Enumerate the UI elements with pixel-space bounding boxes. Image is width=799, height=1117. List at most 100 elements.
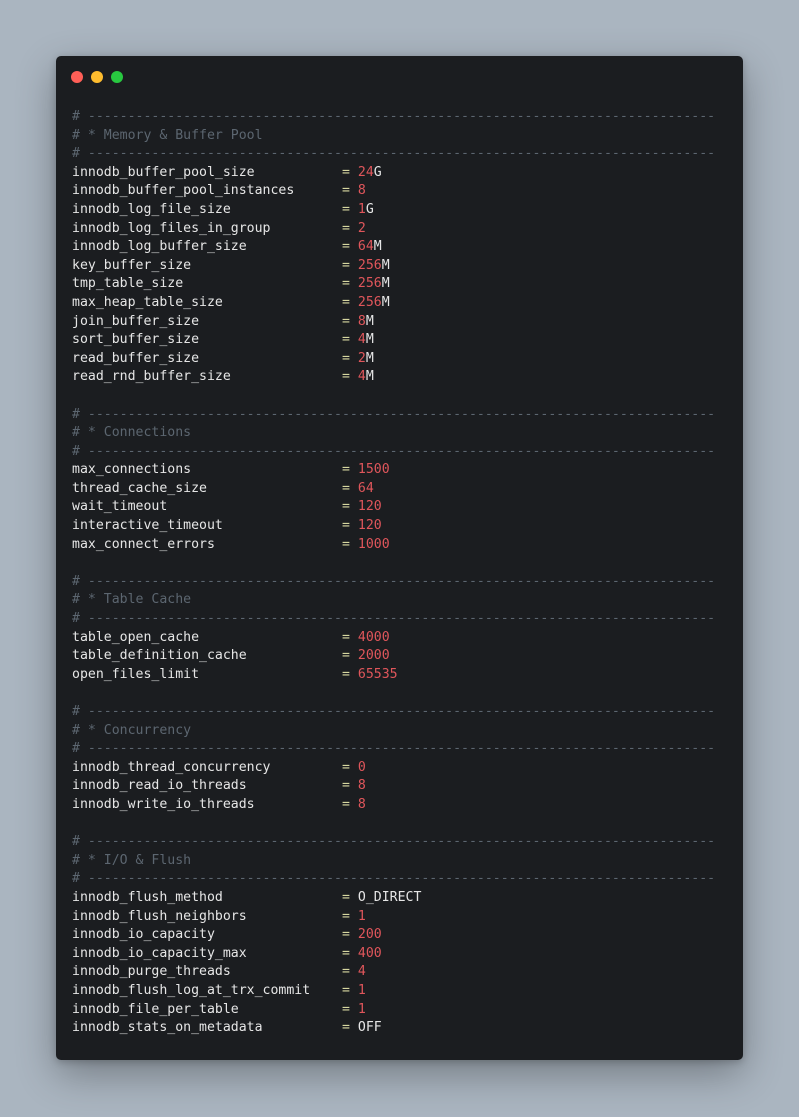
config-line: innodb_io_capacity = 200 — [72, 926, 727, 945]
config-value-unit: G — [373, 164, 382, 180]
config-value-unit: G — [365, 201, 374, 217]
config-line: innodb_io_capacity_max = 400 — [72, 945, 727, 964]
config-key: innodb_log_buffer_size — [72, 239, 247, 255]
config-value-number: 1 — [357, 908, 366, 924]
config-value-unit: M — [365, 332, 374, 348]
config-value-unit: M — [365, 313, 374, 329]
section-title: # * I/O & Flush — [72, 852, 192, 868]
config-line: thread_cache_size = 64 — [72, 480, 727, 499]
config-key: read_buffer_size — [72, 350, 200, 366]
config-key: innodb_log_files_in_group — [72, 220, 271, 236]
config-value-number: 400 — [357, 945, 382, 961]
zoom-icon[interactable] — [111, 71, 123, 83]
minimize-icon[interactable] — [91, 71, 103, 83]
config-line: max_heap_table_size = 256M — [72, 294, 727, 313]
config-line: innodb_log_file_size = 1G — [72, 201, 727, 220]
equals-sign: = — [342, 239, 358, 255]
config-value-number: 1000 — [357, 536, 390, 552]
section-rule: # --------------------------------------… — [72, 611, 716, 627]
config-key: max_connections — [72, 462, 192, 478]
equals-sign: = — [342, 889, 358, 905]
config-key: innodb_flush_log_at_trx_commit — [72, 982, 311, 998]
config-key: innodb_stats_on_metadata — [72, 1020, 263, 1036]
config-value-number: 4 — [357, 332, 366, 348]
section-title: # * Connections — [72, 425, 192, 441]
section-rule: # --------------------------------------… — [72, 741, 716, 757]
config-line: innodb_flush_neighbors = 1 — [72, 908, 727, 927]
config-code-block: # --------------------------------------… — [72, 108, 727, 1038]
config-value-unit: M — [373, 239, 382, 255]
config-value-number: 256 — [357, 257, 382, 273]
config-key: innodb_read_io_threads — [72, 778, 247, 794]
config-line: innodb_purge_threads = 4 — [72, 963, 727, 982]
config-line: wait_timeout = 120 — [72, 498, 727, 517]
equals-sign: = — [342, 220, 358, 236]
config-line: innodb_file_per_table = 1 — [72, 1001, 727, 1020]
section-title: # * Table Cache — [72, 592, 192, 608]
section-rule: # --------------------------------------… — [72, 834, 716, 850]
config-key: innodb_buffer_pool_size — [72, 164, 255, 180]
equals-sign: = — [342, 796, 358, 812]
config-key: interactive_timeout — [72, 518, 223, 534]
config-key: max_connect_errors — [72, 536, 215, 552]
equals-sign: = — [342, 313, 358, 329]
config-value-number: 120 — [357, 518, 382, 534]
section-title: # * Memory & Buffer Pool — [72, 127, 263, 143]
config-line: innodb_flush_log_at_trx_commit = 1 — [72, 982, 727, 1001]
config-value-unit: M — [381, 276, 390, 292]
config-value-unit: M — [365, 369, 374, 385]
config-line: interactive_timeout = 120 — [72, 517, 727, 536]
equals-sign: = — [342, 369, 358, 385]
close-icon[interactable] — [71, 71, 83, 83]
equals-sign: = — [342, 1020, 358, 1036]
equals-sign: = — [342, 1001, 358, 1017]
equals-sign: = — [342, 964, 358, 980]
config-value-number: 1500 — [357, 462, 390, 478]
section-rule: # --------------------------------------… — [72, 871, 716, 887]
equals-sign: = — [342, 945, 358, 961]
equals-sign: = — [342, 257, 358, 273]
config-line: innodb_thread_concurrency = 0 — [72, 759, 727, 778]
config-line: max_connections = 1500 — [72, 461, 727, 480]
equals-sign: = — [342, 982, 358, 998]
equals-sign: = — [342, 183, 358, 199]
config-value-number: 65535 — [357, 666, 398, 682]
equals-sign: = — [342, 294, 358, 310]
config-key: innodb_log_file_size — [72, 201, 231, 217]
config-line: innodb_read_io_threads = 8 — [72, 777, 727, 796]
equals-sign: = — [342, 276, 358, 292]
config-key: key_buffer_size — [72, 257, 192, 273]
config-key: open_files_limit — [72, 666, 200, 682]
config-value-number: 64 — [357, 239, 374, 255]
config-key: innodb_buffer_pool_instances — [72, 183, 295, 199]
config-key: innodb_write_io_threads — [72, 796, 255, 812]
section-rule: # --------------------------------------… — [72, 443, 716, 459]
config-line: key_buffer_size = 256M — [72, 257, 727, 276]
config-line: open_files_limit = 65535 — [72, 666, 727, 685]
config-key: join_buffer_size — [72, 313, 200, 329]
equals-sign: = — [342, 536, 358, 552]
config-line: table_open_cache = 4000 — [72, 629, 727, 648]
config-line: read_buffer_size = 2M — [72, 350, 727, 369]
section-rule: # --------------------------------------… — [72, 573, 716, 589]
config-value-number: 4 — [357, 369, 366, 385]
equals-sign: = — [342, 462, 358, 478]
config-line: max_connect_errors = 1000 — [72, 536, 727, 555]
equals-sign: = — [342, 350, 358, 366]
config-value-number: 200 — [357, 927, 382, 943]
config-value-number: 2 — [357, 350, 366, 366]
config-key: max_heap_table_size — [72, 294, 223, 310]
config-key: read_rnd_buffer_size — [72, 369, 231, 385]
config-key: innodb_file_per_table — [72, 1001, 239, 1017]
config-value-unit: M — [365, 350, 374, 366]
equals-sign: = — [342, 759, 358, 775]
config-key: innodb_flush_method — [72, 889, 223, 905]
code-window: # --------------------------------------… — [56, 56, 743, 1060]
config-value-number: 1 — [357, 201, 366, 217]
equals-sign: = — [342, 499, 358, 515]
config-key: innodb_io_capacity — [72, 927, 215, 943]
config-value-number: 256 — [357, 294, 382, 310]
config-value-number: 64 — [357, 480, 374, 496]
